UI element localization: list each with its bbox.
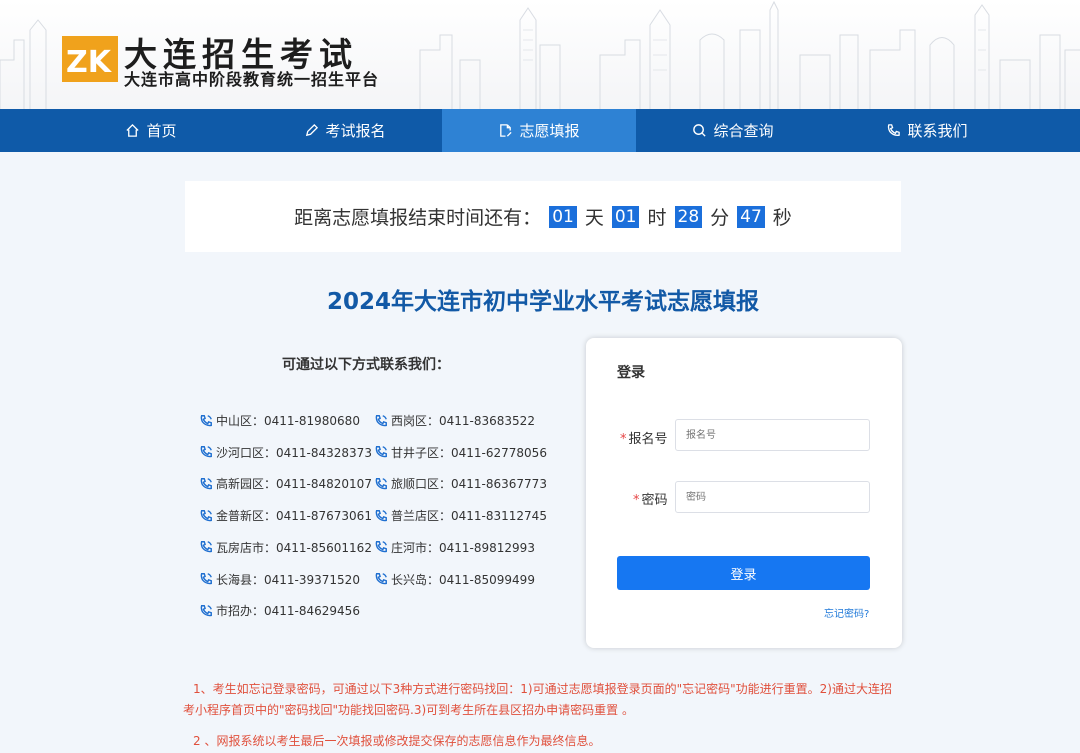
nav-item-label: 志愿填报 [519, 122, 580, 140]
countdown-banner: 距离志愿填报结束时间还有： 01 天 01 时 28 分 47 秒 [185, 181, 901, 252]
contact-text: 长兴岛：0411-85099499 [391, 572, 535, 587]
contact-text: 甘井子区：0411-62778056 [391, 445, 547, 460]
forgot-password-link[interactable]: 忘记密码? [824, 605, 869, 620]
nav-item-exam-registration[interactable]: 考试报名 [248, 109, 442, 152]
phone-icon [375, 414, 387, 426]
nav-item-label: 首页 [146, 122, 177, 140]
site-header: ZK 大连招生考试 大连市高中阶段教育统一招生平台 [0, 0, 1080, 109]
search-icon [693, 124, 707, 137]
registration-number-label-text: 报名号 [628, 432, 668, 447]
phone-icon [200, 604, 212, 616]
contact-item: 长海县：0411-39371520 [199, 571, 360, 588]
registration-number-label: * 报名号 [620, 428, 668, 447]
phone-icon [200, 446, 212, 458]
phone-icon [200, 573, 212, 585]
countdown-hours-unit: 时 [647, 207, 667, 229]
countdown-hours: 01 [611, 205, 640, 228]
phone-icon [375, 477, 387, 490]
brand-subtitle: 大连市高中阶段教育统一招生平台 [124, 70, 380, 89]
countdown-seconds-unit: 秒 [772, 207, 792, 229]
phone-icon [888, 124, 901, 136]
countdown-minutes: 28 [674, 205, 703, 228]
contact-item: 旅顺口区：0411-86367773 [374, 475, 547, 492]
phone-icon [375, 541, 387, 553]
document-edit-icon [500, 124, 513, 137]
pencil-icon [306, 123, 319, 137]
countdown-days: 01 [549, 205, 577, 228]
contact-text: 市招办：0411-84629456 [216, 604, 360, 619]
contact-item: 普兰店区：0411-83112745 [374, 507, 547, 524]
contact-item: 长兴岛：0411-85099499 [374, 571, 535, 588]
password-input[interactable] [675, 481, 870, 513]
contact-item: 西岗区：0411-83683522 [374, 412, 535, 429]
phone-icon [200, 509, 212, 521]
contact-text: 庄河市：0411-89812993 [391, 540, 535, 555]
nav-item-label: 考试报名 [325, 122, 386, 140]
svg-text:ZK: ZK [66, 45, 113, 80]
contact-text: 金普新区：0411-87673061 [216, 509, 372, 524]
phone-icon [375, 446, 387, 458]
contact-item: 市招办：0411-84629456 [199, 602, 360, 619]
nav-item-label: 综合查询 [713, 122, 774, 140]
required-mark: * [633, 493, 640, 508]
nav-item-contact[interactable]: 联系我们 [830, 109, 1024, 152]
required-mark: * [620, 432, 627, 447]
nav-item-home[interactable]: 首页 [54, 109, 248, 152]
login-button[interactable]: 登录 [617, 556, 870, 590]
contact-text: 普兰店区：0411-83112745 [391, 509, 547, 524]
phone-icon [200, 541, 212, 553]
contact-item: 高新园区：0411-84820107 [199, 475, 372, 492]
contact-text: 中山区：0411-81980680 [216, 414, 360, 428]
nav-item-volunteer-filling[interactable]: 志愿填报 [442, 109, 636, 152]
countdown-prefix: 距离志愿填报结束时间还有： [294, 207, 542, 229]
nav-item-label: 联系我们 [907, 122, 968, 140]
main-nav: 首页 考试报名 志愿填报 综合查询 联系我们 [0, 109, 1080, 152]
password-label-text: 密码 [641, 493, 668, 508]
contact-item: 庄河市：0411-89812993 [374, 539, 535, 556]
countdown-minutes-unit: 分 [710, 207, 730, 229]
contact-item: 中山区：0411-81980680 [199, 412, 360, 429]
contact-item: 瓦房店市：0411-85601162 [199, 539, 372, 556]
countdown-days-unit: 天 [584, 207, 604, 229]
nav-item-query[interactable]: 综合查询 [636, 109, 830, 152]
phone-icon [375, 573, 387, 585]
home-icon [126, 123, 140, 137]
contact-item: 甘井子区：0411-62778056 [374, 444, 547, 461]
phone-icon [200, 477, 212, 490]
contacts-title: 可通过以下方式联系我们： [282, 357, 450, 373]
note-final-submission: 2 、网报系统以考生最后一次填报或修改提交保存的志愿信息作为最终信息。 [193, 734, 601, 748]
contact-text: 旅顺口区：0411-86367773 [391, 477, 547, 492]
login-card: 登录 *报名号 *密码 登录 忘记密码? [586, 338, 902, 648]
login-title: 登录 [617, 365, 645, 381]
note-password-recovery: 1、考生如忘记登录密码，可通过以下3种方式进行密码找回：1)可通过志愿填报登录页… [183, 682, 892, 717]
password-label: * 密码 [633, 489, 668, 508]
contact-item: 金普新区：0411-87673061 [199, 507, 372, 524]
countdown-seconds: 47 [737, 205, 765, 228]
phone-icon [200, 414, 212, 426]
contact-text: 长海县：0411-39371520 [216, 572, 360, 587]
contact-text: 瓦房店市：0411-85601162 [216, 540, 372, 555]
contact-text: 沙河口区：0411-84328373 [216, 445, 372, 460]
page-title: 2024年大连市初中学业水平考试志愿填报 [326, 289, 759, 315]
contact-text: 高新园区：0411-84820107 [216, 477, 372, 492]
contact-item: 沙河口区：0411-84328373 [199, 444, 372, 461]
contact-text: 西岗区：0411-83683522 [391, 414, 535, 428]
phone-icon [375, 509, 387, 521]
registration-number-input[interactable] [675, 419, 870, 451]
logo-icon: ZK [62, 36, 118, 82]
